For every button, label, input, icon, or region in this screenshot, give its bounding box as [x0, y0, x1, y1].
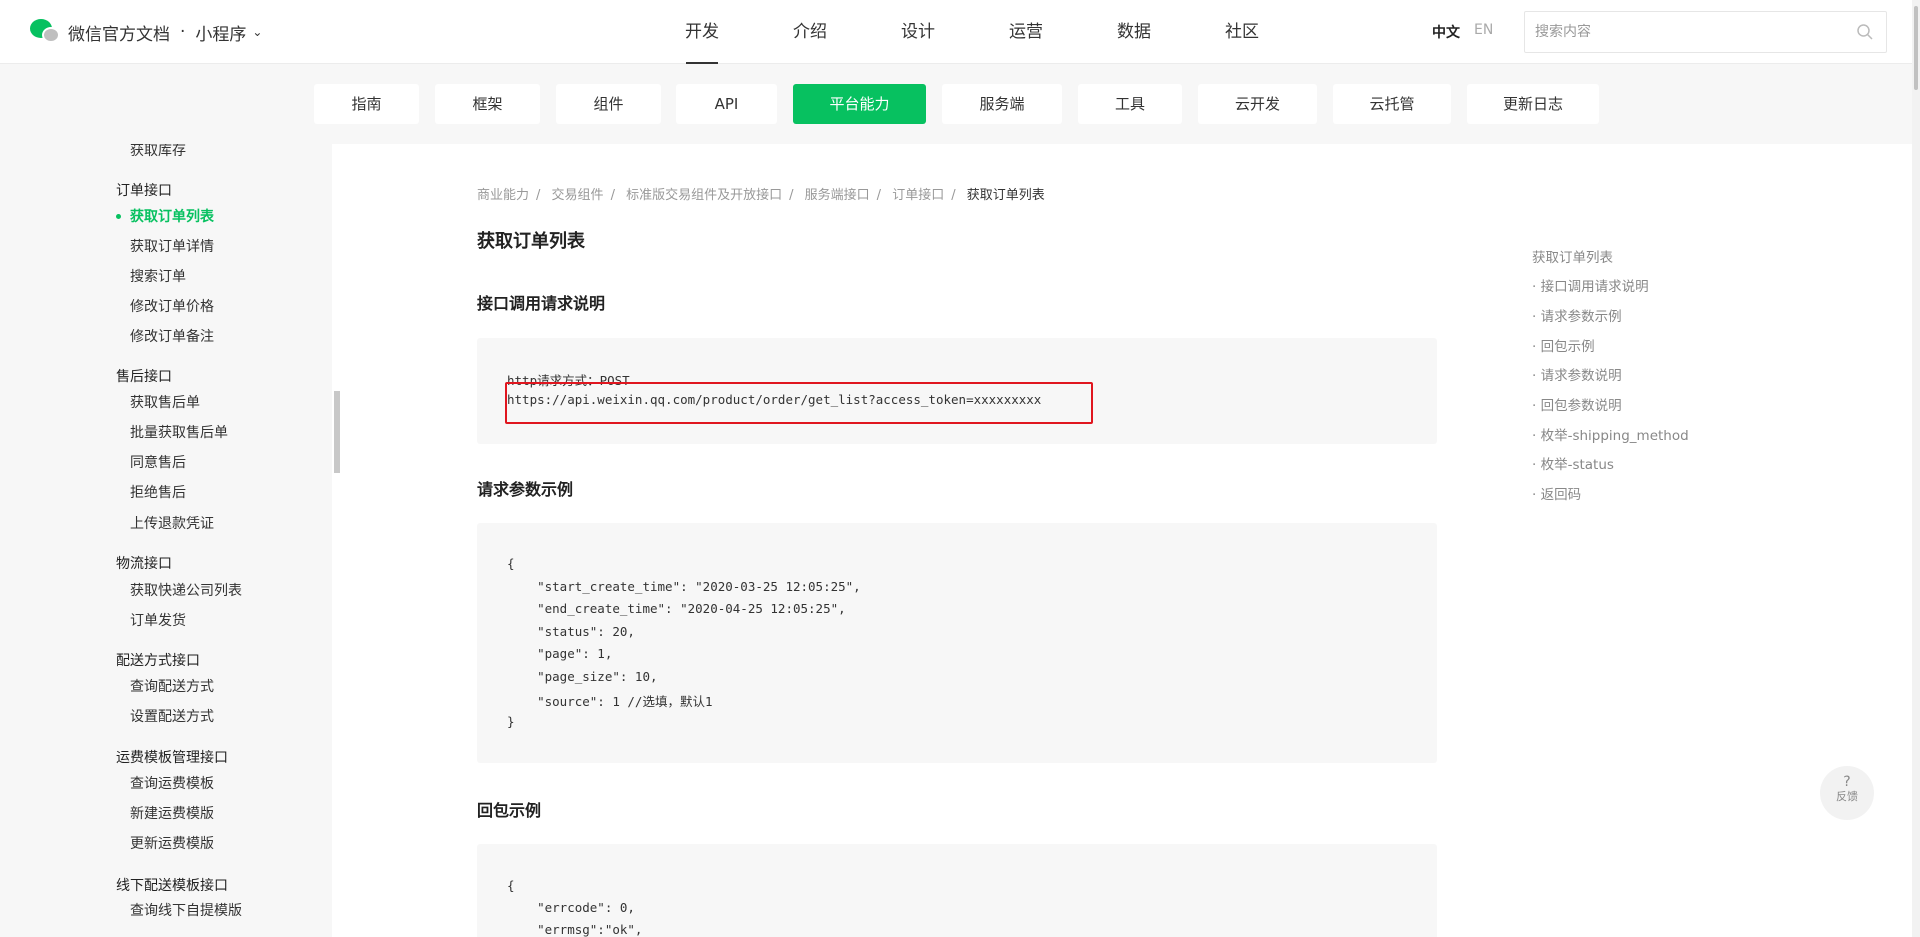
sidebar-item-set-delivery[interactable]: 设置配送方式 [130, 706, 214, 726]
sidebar-item-express-list[interactable]: 获取快递公司列表 [130, 580, 242, 600]
sidebar-group-freight-template[interactable]: 运费模板管理接口 [116, 747, 228, 767]
toc-item[interactable]: · 请求参数示例 [1532, 305, 1622, 325]
nav-dev[interactable]: 开发 [648, 0, 756, 64]
highlight-box [505, 382, 1093, 424]
code-line: "source": 1 //选填，默认1 [507, 694, 713, 709]
sidebar-item-modify-remark[interactable]: 修改订单备注 [130, 326, 214, 346]
tab-tools[interactable]: 工具 [1078, 84, 1182, 124]
sidebar-item-query-delivery[interactable]: 查询配送方式 [130, 676, 214, 696]
sidebar-item-upload-refund[interactable]: 上传退款凭证 [130, 513, 214, 533]
sidebar-item-modify-price[interactable]: 修改订单价格 [130, 296, 214, 316]
sidebar-item-update-freight[interactable]: 更新运费模版 [130, 833, 214, 853]
sidebar-item-get-stock[interactable]: 获取库存 [130, 144, 186, 160]
code-line: "errcode": 0, [507, 900, 635, 915]
breadcrumb-item[interactable]: 商业能力 [477, 188, 529, 203]
search-box [1524, 11, 1887, 53]
code-line: "status": 20, [507, 624, 635, 639]
nav-data[interactable]: 数据 [1080, 0, 1188, 64]
code-line: "page_size": 10, [507, 669, 658, 684]
brand-separator: · [180, 22, 186, 42]
sidebar-group-delivery-method[interactable]: 配送方式接口 [116, 650, 200, 670]
brand[interactable]: 微信官方文档 · 小程序 ⌄ [30, 19, 262, 45]
sidebar-item-get-aftersale[interactable]: 获取售后单 [130, 392, 200, 412]
page-scrollbar-thumb[interactable] [1914, 6, 1918, 90]
sidebar-item-reject-aftersale[interactable]: 拒绝售后 [130, 482, 186, 502]
chevron-down-icon[interactable]: ⌄ [252, 25, 262, 39]
section-title-request-desc: 接口调用请求说明 [477, 294, 606, 313]
toc-item[interactable]: · 返回码 [1532, 483, 1581, 503]
code-line: } [507, 714, 515, 729]
code-line: { [507, 556, 515, 571]
language-switch: 中文 EN [1432, 22, 1493, 42]
question-icon: ? [1843, 774, 1851, 790]
code-block-request-example: { "start_create_time": "2020-03-25 12:05… [477, 523, 1437, 763]
page-scrollbar[interactable] [1912, 0, 1920, 937]
code-block-request-desc: http请求方式：POST https://api.weixin.qq.com/… [477, 338, 1437, 444]
brand-title[interactable]: 微信官方文档 [68, 20, 170, 45]
tab-guide[interactable]: 指南 [314, 84, 419, 124]
lang-en[interactable]: EN [1474, 22, 1493, 42]
sidebar-item-order-delivery[interactable]: 订单发货 [130, 610, 186, 630]
breadcrumb-item[interactable]: 交易组件 [552, 188, 604, 203]
sidebar-item-get-order-detail[interactable]: 获取订单详情 [130, 236, 214, 256]
breadcrumb-item[interactable]: 标准版交易组件及开放接口 [626, 188, 782, 203]
search-icon[interactable] [1856, 23, 1874, 41]
feedback-label: 反馈 [1836, 790, 1858, 803]
code-line: "end_create_time": "2020-04-25 12:05:25"… [507, 601, 846, 616]
toc-item[interactable]: 获取订单列表 [1532, 246, 1613, 266]
sidebar-item-get-order-list[interactable]: 获取订单列表 [130, 206, 214, 226]
sidebar-item-batch-aftersale[interactable]: 批量获取售后单 [130, 422, 228, 442]
breadcrumb-item[interactable]: 服务端接口 [805, 188, 870, 203]
tab-api[interactable]: API [676, 84, 777, 124]
tab-platform-capability[interactable]: 平台能力 [793, 84, 926, 124]
section-title-request-example: 请求参数示例 [477, 480, 574, 499]
page-title: 获取订单列表 [477, 231, 585, 252]
nav-design[interactable]: 设计 [864, 0, 972, 64]
tab-cloud-dev[interactable]: 云开发 [1198, 84, 1317, 124]
code-line: "start_create_time": "2020-03-25 12:05:2… [507, 579, 861, 594]
active-bullet-icon [116, 214, 121, 219]
sidebar-group-aftersale[interactable]: 售后接口 [116, 366, 172, 386]
breadcrumb-item[interactable]: 订单接口 [892, 188, 944, 203]
sidebar: 获取库存 订单接口 获取订单列表 获取订单详情 搜索订单 修改订单价格 修改订单… [0, 144, 332, 937]
breadcrumb-current: 获取订单列表 [966, 188, 1045, 203]
sidebar-item-search-order[interactable]: 搜索订单 [130, 266, 186, 286]
section-title-response-example: 回包示例 [477, 801, 542, 820]
sidebar-scrollbar-thumb[interactable] [334, 391, 340, 473]
top-header: 微信官方文档 · 小程序 ⌄ 开发 介绍 设计 运营 数据 社区 中文 EN [0, 0, 1920, 64]
tab-components[interactable]: 组件 [556, 84, 661, 124]
sidebar-item-accept-aftersale[interactable]: 同意售后 [130, 452, 186, 472]
tab-server[interactable]: 服务端 [942, 84, 1062, 124]
sidebar-group-offline-template[interactable]: 线下配送模板接口 [116, 875, 228, 895]
lang-zh[interactable]: 中文 [1432, 22, 1460, 42]
tab-cloud-hosting[interactable]: 云托管 [1333, 84, 1451, 124]
product-switcher[interactable]: 小程序 [195, 20, 246, 45]
code-line: { [507, 878, 515, 893]
main-nav: 开发 介绍 设计 运营 数据 社区 [648, 0, 1296, 64]
nav-operation[interactable]: 运营 [972, 0, 1080, 64]
toc-item[interactable]: · 回包参数说明 [1532, 394, 1622, 414]
nav-community[interactable]: 社区 [1188, 0, 1296, 64]
sidebar-item-query-pickup[interactable]: 查询线下自提模版 [130, 900, 242, 920]
tab-framework[interactable]: 框架 [435, 84, 540, 124]
toc-item[interactable]: · 回包示例 [1532, 335, 1595, 355]
toc-item[interactable]: · 请求参数说明 [1532, 364, 1622, 384]
toc-item[interactable]: · 接口调用请求说明 [1532, 275, 1649, 295]
code-block-response-example: { "errcode": 0, "errmsg":"ok", [477, 844, 1437, 937]
nav-intro[interactable]: 介绍 [756, 0, 864, 64]
breadcrumb: 商业能力 / 交易组件 / 标准版交易组件及开放接口 / 服务端接口 / 订单接口 / 获… [477, 188, 1045, 203]
toc-item[interactable]: · 枚举-status [1532, 453, 1614, 473]
wechat-logo-icon [30, 19, 62, 45]
code-line: "errmsg":"ok", [507, 922, 643, 937]
code-line: "page": 1, [507, 646, 613, 661]
feedback-button[interactable]: ? 反馈 [1820, 766, 1874, 820]
sidebar-item-query-freight[interactable]: 查询运费模板 [130, 773, 214, 793]
sidebar-item-create-freight[interactable]: 新建运费模版 [130, 803, 214, 823]
tab-changelog[interactable]: 更新日志 [1467, 84, 1599, 124]
sidebar-group-logistics[interactable]: 物流接口 [116, 553, 172, 573]
toc-item[interactable]: · 枚举-shipping_method [1532, 424, 1689, 444]
sidebar-group-order[interactable]: 订单接口 [116, 180, 172, 200]
search-input[interactable] [1525, 12, 1845, 52]
sub-nav: 指南 框架 组件 API 平台能力 服务端 工具 云开发 云托管 更新日志 [0, 64, 1912, 144]
